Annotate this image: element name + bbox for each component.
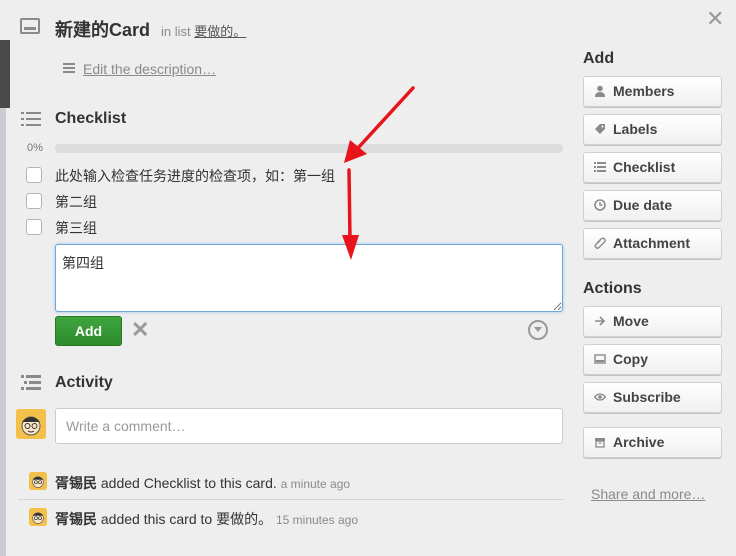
background-board-strip: [0, 108, 6, 556]
list-name-link[interactable]: 要做的。: [194, 24, 246, 39]
checklist-item-checkbox[interactable]: [26, 193, 42, 209]
move-button[interactable]: Move: [583, 306, 722, 337]
add-item-button[interactable]: Add: [55, 316, 122, 346]
members-label: Members: [613, 83, 675, 99]
activity-user[interactable]: 胥锡民: [55, 511, 97, 527]
divider: [18, 499, 563, 500]
user-avatar[interactable]: [16, 409, 46, 439]
subscribe-label: Subscribe: [613, 389, 681, 405]
copy-button[interactable]: Copy: [583, 344, 722, 375]
options-dropdown-icon[interactable]: [528, 320, 548, 340]
activity-heading: Activity: [55, 374, 113, 391]
members-button[interactable]: Members: [583, 76, 722, 107]
card-list-info: in list 要做的。: [161, 21, 246, 40]
comment-input[interactable]: [55, 408, 563, 444]
user-avatar[interactable]: [29, 508, 47, 526]
user-avatar[interactable]: [29, 472, 47, 490]
add-heading: Add: [583, 50, 615, 67]
progress-percent: 0%: [27, 142, 43, 154]
new-checklist-item-input[interactable]: [55, 244, 563, 312]
copy-label: Copy: [613, 351, 648, 367]
archive-icon: [595, 438, 605, 448]
move-label: Move: [613, 313, 649, 329]
eye-icon: [594, 393, 606, 401]
checklist-icon: [594, 162, 606, 172]
archive-button[interactable]: Archive: [583, 427, 722, 458]
card-icon: [594, 354, 606, 364]
archive-label: Archive: [613, 434, 665, 450]
card-icon: [20, 18, 40, 34]
checklist-item-checkbox[interactable]: [26, 167, 42, 183]
checklist-heading: Checklist: [55, 110, 127, 127]
description-icon: [63, 63, 75, 73]
attachment-label: Attachment: [613, 235, 691, 251]
activity-time[interactable]: a minute ago: [281, 477, 350, 491]
share-and-more-link[interactable]: Share and more…: [591, 486, 705, 502]
checklist-label: Checklist: [613, 159, 676, 175]
checklist-icon: [21, 112, 41, 126]
labels-label: Labels: [613, 121, 658, 137]
progress-bar: [55, 144, 563, 153]
clock-icon: [594, 199, 606, 211]
activity-icon: [21, 375, 41, 390]
activity-time[interactable]: 15 minutes ago: [276, 513, 358, 527]
checklist-item-text[interactable]: 此处输入检查任务进度的检查项，如：第一组: [55, 166, 335, 186]
background-board-strip: [0, 40, 10, 108]
checklist-item-text[interactable]: 第二组: [55, 192, 97, 212]
subscribe-button[interactable]: Subscribe: [583, 382, 722, 413]
arrow-right-icon: [595, 316, 606, 326]
close-icon[interactable]: ✕: [706, 8, 724, 30]
activity-entry: 胥锡民 added this card to 要做的。 15 minutes a…: [55, 509, 358, 529]
activity-user[interactable]: 胥锡民: [55, 475, 97, 491]
labels-button[interactable]: Labels: [583, 114, 722, 145]
activity-entry: 胥锡民 added Checklist to this card. a minu…: [55, 473, 350, 493]
annotation-arrows: [342, 86, 415, 260]
card-title[interactable]: 新建的Card: [55, 16, 150, 42]
in-list-prefix: in list: [161, 24, 191, 39]
checklist-item-checkbox[interactable]: [26, 219, 42, 235]
tag-icon: [595, 124, 605, 134]
actions-heading: Actions: [583, 280, 642, 297]
attachment-button[interactable]: Attachment: [583, 228, 722, 259]
activity-action: added Checklist to this card.: [100, 475, 277, 491]
cancel-icon[interactable]: ✕: [131, 318, 149, 342]
checklist-item-text[interactable]: 第三组: [55, 218, 97, 238]
activity-action: added this card to 要做的。: [100, 511, 273, 527]
paperclip-icon: [594, 237, 606, 249]
person-icon: [595, 85, 605, 97]
due-date-label: Due date: [613, 197, 673, 213]
edit-description-link[interactable]: Edit the description…: [83, 61, 216, 77]
checklist-button[interactable]: Checklist: [583, 152, 722, 183]
due-date-button[interactable]: Due date: [583, 190, 722, 221]
